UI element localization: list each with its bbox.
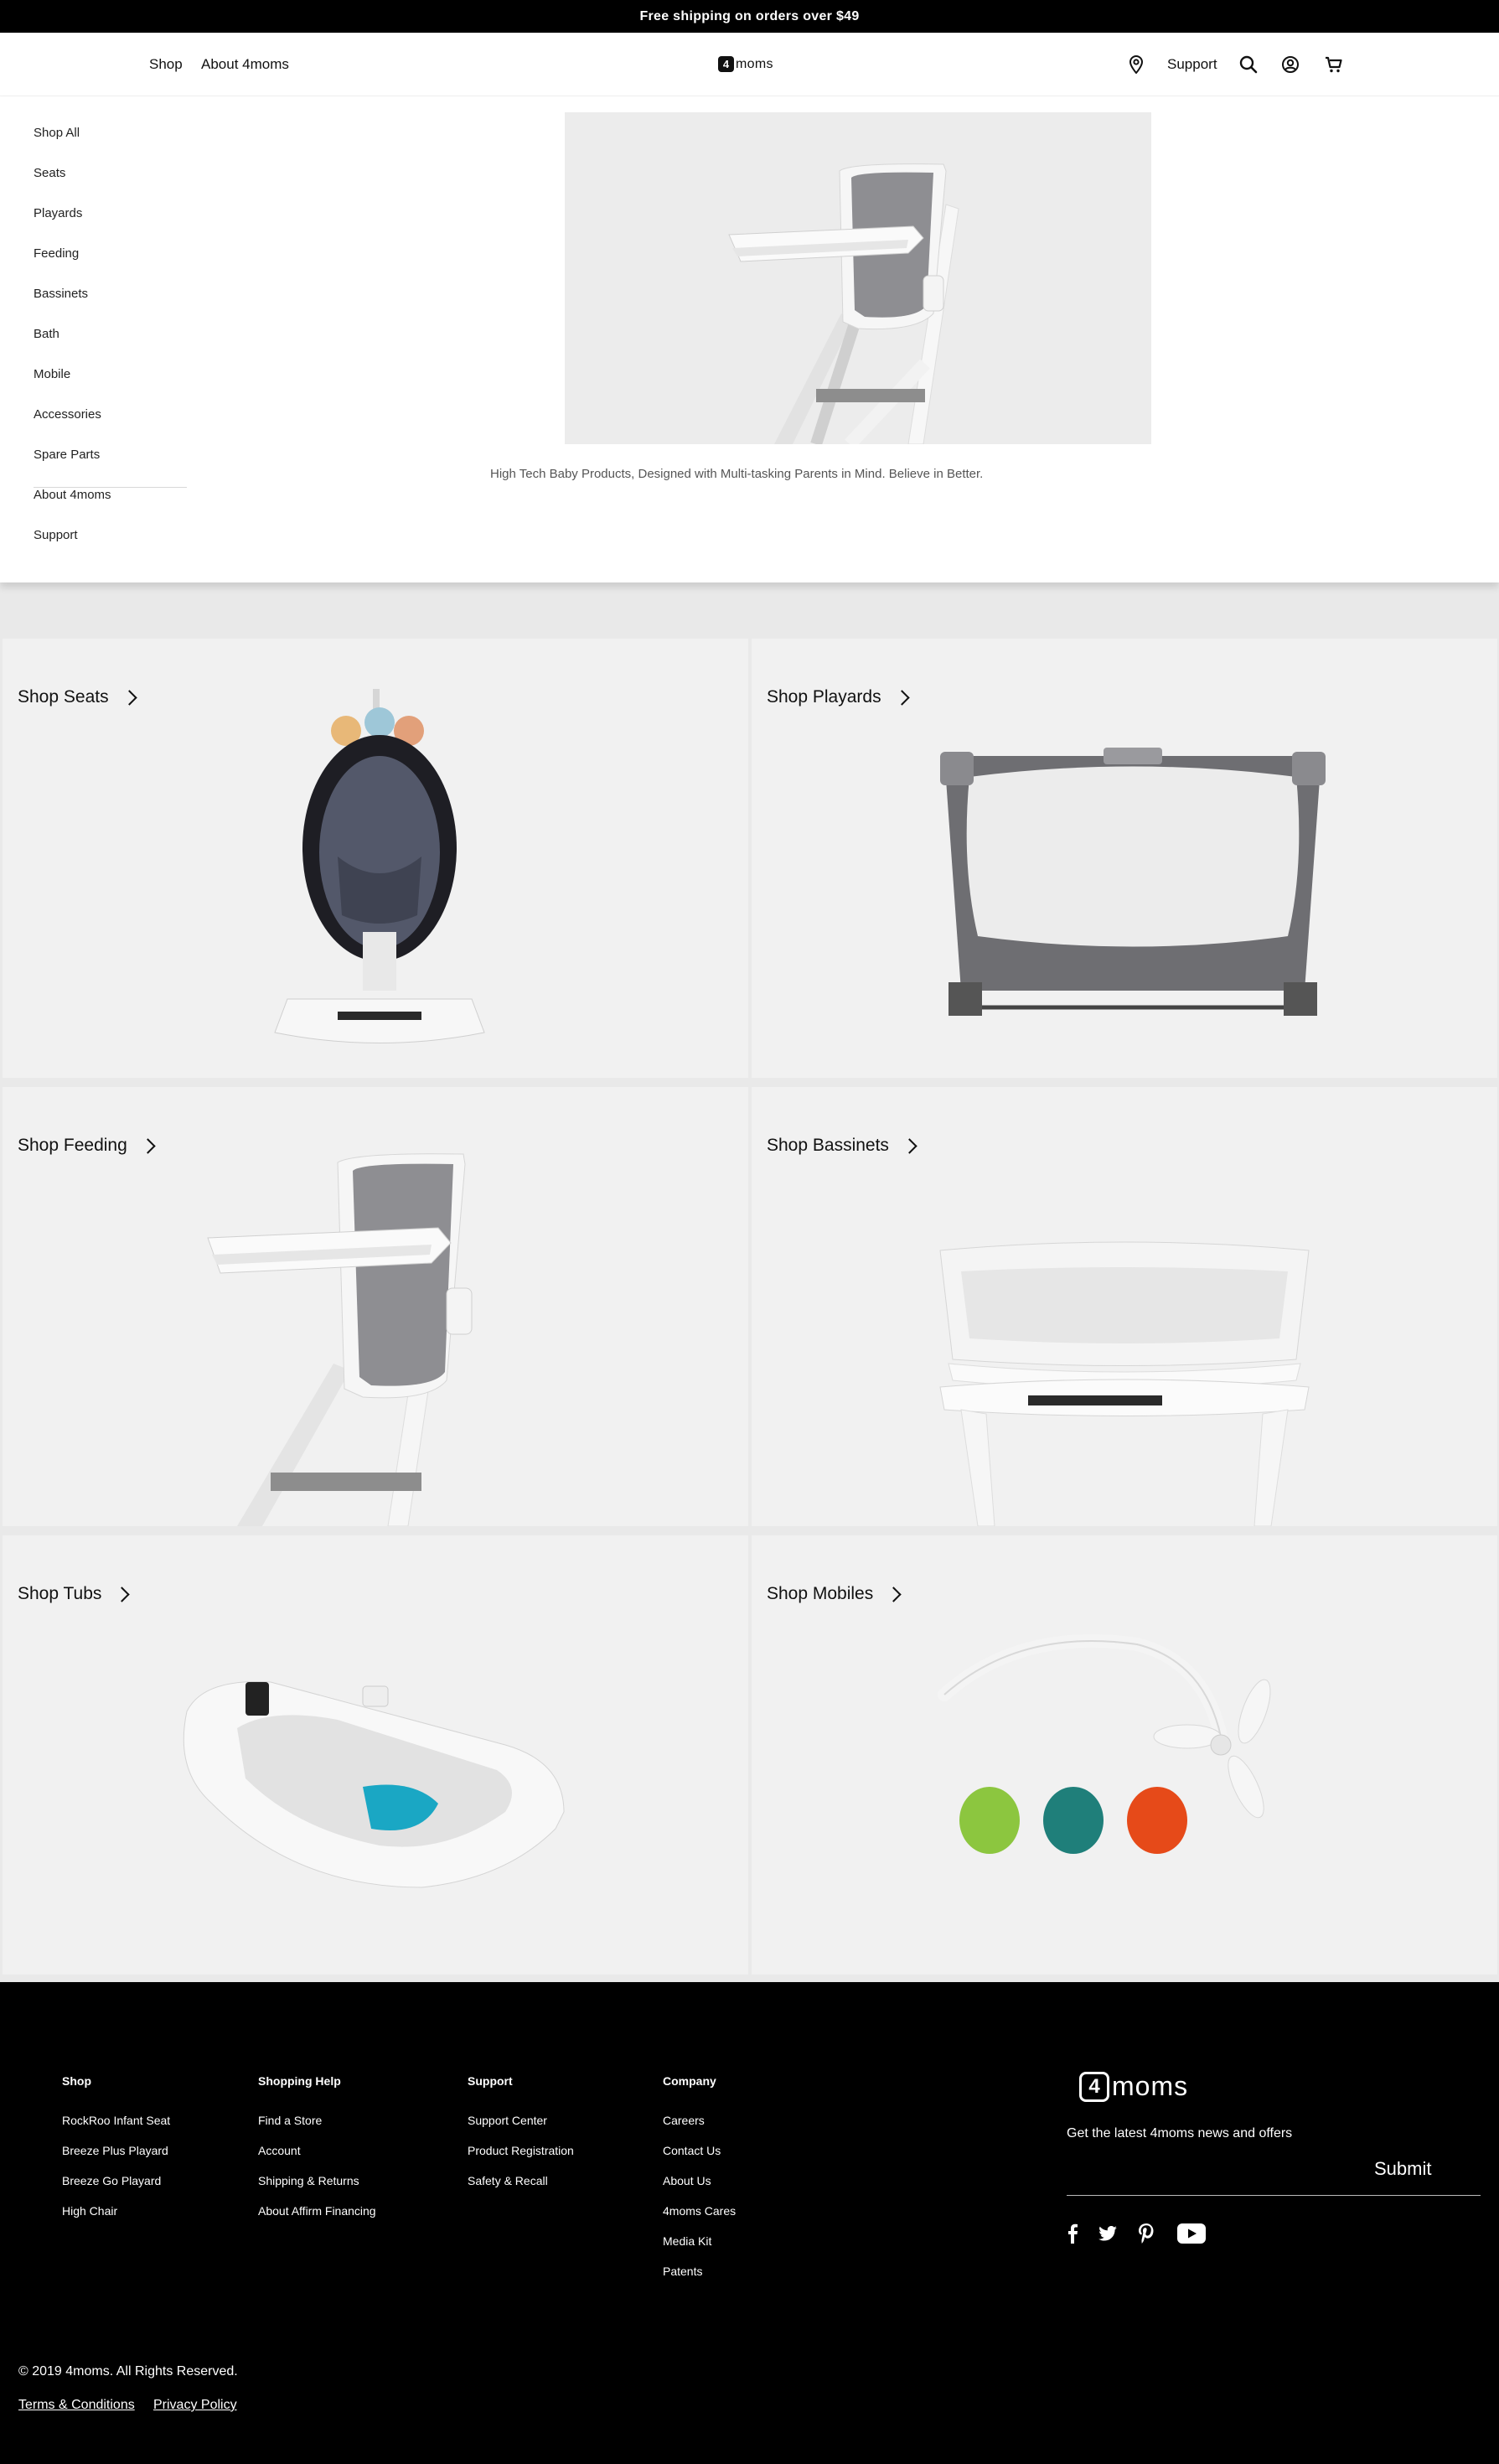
footer-link[interactable]: 4moms Cares — [663, 2204, 736, 2218]
facebook-icon[interactable] — [1064, 2221, 1081, 2246]
tile-title: Shop Playards — [767, 687, 881, 707]
footer-link[interactable]: Shipping & Returns — [258, 2174, 359, 2187]
chevron-right-icon — [893, 689, 910, 706]
high-chair-feature-image[interactable] — [565, 112, 1151, 444]
tile-title: Shop Mobiles — [767, 1584, 874, 1603]
menu-item-bassinets[interactable]: Bassinets — [34, 287, 88, 301]
footer-link[interactable]: Careers — [663, 2114, 705, 2127]
menu-item-support[interactable]: Support — [34, 528, 78, 542]
chevron-right-icon — [121, 689, 137, 706]
tile-label-feeding[interactable]: Shop Feeding — [18, 1136, 156, 1156]
logo-text: moms — [736, 56, 773, 71]
tile-shop-feeding[interactable]: Shop Feeding — [3, 1087, 748, 1526]
playard-image — [940, 748, 1326, 1016]
search-icon[interactable] — [1237, 53, 1260, 76]
site-footer: Shop RockRoo Infant Seat Breeze Plus Pla… — [0, 1982, 1499, 2464]
menu-item-shop-all[interactable]: Shop All — [34, 126, 80, 140]
tile-title: Shop Bassinets — [767, 1136, 889, 1155]
menu-item-mobile[interactable]: Mobile — [34, 367, 70, 381]
announcement-text: Free shipping on orders over $49 — [639, 8, 860, 23]
menu-item-feeding[interactable]: Feeding — [34, 246, 79, 261]
footer-link[interactable]: Breeze Plus Playard — [62, 2144, 168, 2157]
footer-link[interactable]: About Affirm Financing — [258, 2204, 376, 2218]
footer-logo-text: moms — [1112, 2071, 1189, 2101]
tile-shop-playards[interactable]: Shop Playards — [752, 639, 1497, 1078]
chevron-right-icon — [886, 1586, 902, 1602]
footer-link[interactable]: Patents — [663, 2265, 702, 2278]
tile-title: Shop Tubs — [18, 1584, 102, 1603]
footer-logo-mark: 4 — [1079, 2071, 1109, 2102]
menu-item-about[interactable]: About 4moms — [34, 488, 111, 502]
footer-col-title-shopping-help: Shopping Help — [258, 2074, 341, 2088]
tile-label-mobiles[interactable]: Shop Mobiles — [767, 1584, 902, 1604]
newsletter-submit-button[interactable]: Submit — [1374, 2158, 1431, 2180]
mobile-image — [938, 1634, 1271, 1854]
nav-about[interactable]: About 4moms — [201, 56, 289, 73]
chevron-right-icon — [114, 1586, 131, 1602]
footer-col-title-support: Support — [468, 2074, 513, 2088]
menu-item-spare-parts[interactable]: Spare Parts — [34, 448, 100, 462]
footer-link[interactable]: Media Kit — [663, 2234, 711, 2248]
logo-mark: 4 — [718, 56, 734, 72]
header-support-link[interactable]: Support — [1167, 56, 1217, 73]
youtube-icon[interactable] — [1175, 2221, 1208, 2246]
menu-item-accessories[interactable]: Accessories — [34, 407, 101, 422]
footer-link[interactable]: Breeze Go Playard — [62, 2174, 161, 2187]
chevron-right-icon — [902, 1137, 917, 1154]
tile-title: Shop Seats — [18, 687, 109, 707]
chevron-right-icon — [140, 1137, 156, 1154]
rockaroo-seat-image — [274, 689, 485, 1043]
site-logo[interactable]: 4 moms — [718, 56, 773, 72]
footer-link[interactable]: High Chair — [62, 2204, 117, 2218]
tile-label-bassinets[interactable]: Shop Bassinets — [767, 1136, 917, 1156]
tile-label-seats[interactable]: Shop Seats — [18, 687, 137, 707]
tile-shop-seats[interactable]: Shop Seats — [3, 639, 748, 1078]
bassinet-image — [939, 1241, 1310, 1526]
tile-label-playards[interactable]: Shop Playards — [767, 687, 910, 707]
twitter-icon[interactable] — [1096, 2221, 1119, 2246]
menu-tagline: High Tech Baby Products, Designed with M… — [490, 467, 984, 481]
footer-link[interactable]: RockRoo Infant Seat — [62, 2114, 170, 2127]
announcement-bar: Free shipping on orders over $49 — [0, 0, 1499, 33]
newsletter-email-input[interactable] — [1067, 2162, 1360, 2191]
footer-link[interactable]: Product Registration — [468, 2144, 574, 2157]
newsletter-text: Get the latest 4moms news and offers — [1067, 2126, 1293, 2140]
tile-shop-tubs[interactable]: Shop Tubs — [3, 1535, 748, 1975]
cart-icon[interactable] — [1322, 53, 1346, 76]
bath-tub-image — [183, 1680, 565, 1888]
account-icon[interactable] — [1279, 53, 1302, 76]
footer-col-title-company: Company — [663, 2074, 716, 2088]
site-header: Shop About 4moms 4 moms Support — [0, 33, 1499, 96]
tile-shop-bassinets[interactable]: Shop Bassinets — [752, 1087, 1497, 1526]
footer-link[interactable]: Support Center — [468, 2114, 547, 2127]
tile-shop-mobiles[interactable]: Shop Mobiles — [752, 1535, 1497, 1975]
copyright-text: © 2019 4moms. All Rights Reserved. — [18, 2364, 238, 2379]
tile-label-tubs[interactable]: Shop Tubs — [18, 1584, 131, 1604]
privacy-link[interactable]: Privacy Policy — [153, 2398, 237, 2413]
footer-link[interactable]: About Us — [663, 2174, 711, 2187]
footer-link[interactable]: Safety & Recall — [468, 2174, 548, 2187]
pinterest-icon[interactable] — [1136, 2221, 1156, 2246]
footer-logo[interactable]: 4 moms — [1079, 2071, 1188, 2102]
shop-mega-menu: Shop All Seats Playards Feeding Bassinet… — [0, 96, 1499, 582]
footer-link[interactable]: Contact Us — [663, 2144, 721, 2157]
footer-col-title-shop: Shop — [62, 2074, 91, 2088]
nav-shop[interactable]: Shop — [149, 56, 183, 73]
high-chair-image — [207, 1153, 473, 1526]
tile-title: Shop Feeding — [18, 1136, 127, 1155]
store-locator-icon[interactable] — [1124, 53, 1148, 76]
terms-link[interactable]: Terms & Conditions — [18, 2398, 135, 2413]
newsletter-input-underline — [1067, 2195, 1481, 2196]
footer-link[interactable]: Account — [258, 2144, 301, 2157]
menu-item-bath[interactable]: Bath — [34, 327, 59, 341]
menu-item-seats[interactable]: Seats — [34, 166, 65, 180]
footer-link[interactable]: Find a Store — [258, 2114, 322, 2127]
menu-item-playards[interactable]: Playards — [34, 206, 82, 220]
